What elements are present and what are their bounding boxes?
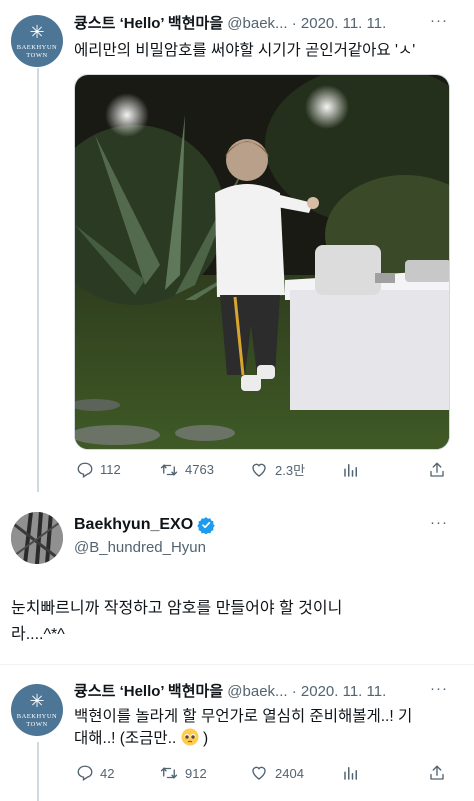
retweet-button-3[interactable]: 912	[159, 764, 249, 782]
tweet2-handle[interactable]: @B_hundred_Hyun	[74, 538, 206, 558]
views-icon	[344, 463, 357, 477]
share-button-3[interactable]	[428, 764, 446, 782]
retweet-icon	[160, 766, 178, 780]
reply-icon	[77, 765, 93, 781]
reply-button[interactable]: 112	[76, 461, 159, 479]
tweet1-header: 큥스트 ‘Hello’ 백현마을 @baek... · 2020. 11. 11…	[74, 14, 386, 34]
avatar-baekhyun[interactable]	[11, 512, 63, 564]
avatar-label: BAEKHYUN TOWN	[16, 44, 58, 59]
tweet2-text-line2: 라....^*^	[11, 626, 65, 643]
tweet1-photo[interactable]	[74, 74, 450, 450]
share-icon	[430, 462, 444, 477]
tweet1-more-icon[interactable]: ···	[430, 12, 448, 29]
like-button[interactable]: 2.3만	[249, 460, 342, 479]
avatar-village[interactable]: ✳ BAEKHYUN TOWN	[11, 15, 63, 67]
like-icon	[252, 463, 266, 477]
tweet3-actions: 42 912 2404	[76, 764, 448, 782]
tweet3-text-line2-end: )	[202, 730, 209, 747]
tweet1-actions: 112 4763 2.3만	[76, 460, 448, 479]
share-button[interactable]	[428, 461, 446, 479]
tweet3-text-line2: 대해..! (조금만..	[74, 730, 177, 747]
snowflake-icon: ✳	[29, 22, 45, 43]
reply-count: 112	[100, 462, 121, 477]
like-count: 2.3만	[275, 463, 306, 478]
avatar-village-2[interactable]: ✳ BAEKHYUN TOWN	[11, 684, 63, 736]
tweet3-date[interactable]: · 2020. 11. 11.	[292, 683, 387, 700]
retweet-count-3: 912	[185, 765, 207, 781]
avatar-image	[11, 512, 63, 564]
tweet2-text: 눈치빠르니까 작정하고 암호를 만들어야 할 것이니 라....^*^	[11, 596, 466, 648]
tweet1-handle[interactable]: @baek...	[227, 15, 287, 32]
thread-line-top	[37, 68, 39, 492]
like-button-3[interactable]: 2404	[249, 764, 342, 782]
views-button[interactable]	[342, 461, 428, 479]
retweet-button[interactable]: 4763	[159, 461, 249, 479]
tweet3-display-name[interactable]: 큥스트 ‘Hello’ 백현마을	[74, 683, 223, 700]
reply-icon	[77, 462, 93, 478]
like-icon	[252, 766, 266, 780]
divider	[0, 664, 474, 665]
tweet3-more-icon[interactable]: ···	[430, 680, 448, 697]
tweet1-text: 에리만의 비밀암호를 써야할 시기가 곧인거같아요 'ㅅ'	[74, 42, 416, 59]
views-button-3[interactable]	[342, 764, 428, 782]
tweet2-display-name-row: Baekhyun_EXO	[74, 515, 215, 535]
pleading-face-emoji	[181, 728, 199, 746]
tweet3-handle[interactable]: @baek...	[227, 683, 287, 700]
tweet2-more-icon[interactable]: ···	[430, 514, 448, 531]
share-icon	[430, 765, 444, 780]
tweet3-header: 큥스트 ‘Hello’ 백현마을 @baek... · 2020. 11. 11…	[74, 682, 386, 702]
like-count-3: 2404	[275, 765, 304, 781]
retweet-icon	[160, 463, 178, 476]
tweet3-text-line1: 백현이를 놀라게 할 무언가로 열심히 준비해볼게..! 기	[74, 708, 413, 725]
tweet2-text-line1: 눈치빠르니까 작정하고 암호를 만들어야 할 것이니	[11, 600, 343, 617]
tweet1-date[interactable]: · 2020. 11. 11.	[292, 15, 387, 32]
reply-button-3[interactable]: 42	[76, 764, 159, 782]
snowflake-icon: ✳	[29, 691, 45, 712]
tweet3-text: 백현이를 놀라게 할 무언가로 열심히 준비해볼게..! 기 대해..! (조금…	[74, 706, 469, 750]
reply-count-3: 42	[100, 765, 115, 781]
photo-scene	[75, 75, 449, 449]
thread-line-bottom	[37, 742, 39, 801]
retweet-count: 4763	[185, 462, 214, 477]
tweet2-display-name[interactable]: Baekhyun_EXO	[74, 515, 193, 535]
verified-badge-icon	[197, 517, 215, 534]
tweet3-text-line2-row: 대해..! (조금만.. )	[74, 728, 469, 750]
tweet1-display-name[interactable]: 큥스트 ‘Hello’ 백현마을	[74, 15, 223, 32]
views-icon	[344, 767, 357, 780]
avatar-label: BAEKHYUN TOWN	[16, 713, 58, 728]
